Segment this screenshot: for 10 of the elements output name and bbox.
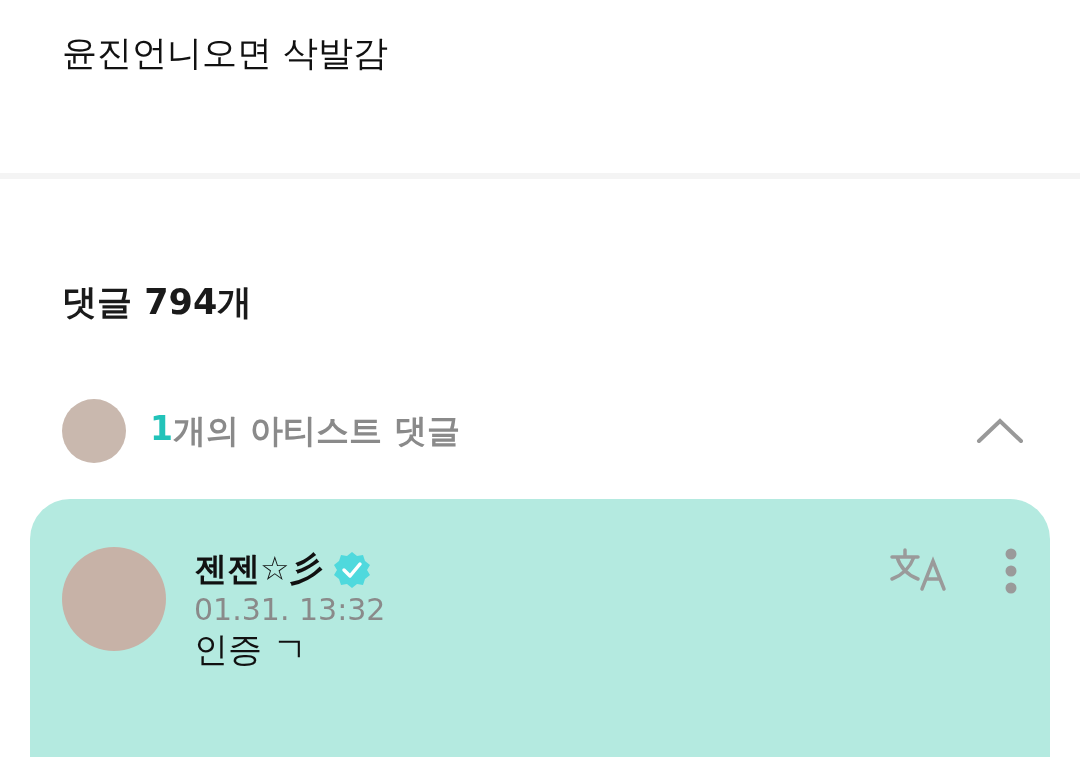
comment-text: 인증 ㄱ: [194, 629, 307, 669]
translate-icon[interactable]: [888, 547, 948, 593]
author-name: 젠젠☆彡: [194, 548, 323, 590]
artist-comment-count: 1: [150, 408, 173, 450]
artist-comments-label[interactable]: 개의 아티스트 댓글: [172, 408, 460, 454]
comment-time: 01.31. 13:32: [194, 592, 386, 627]
chevron-icon[interactable]: [976, 417, 1024, 445]
post-text: 윤진언니오면 삭발감: [62, 32, 389, 75]
more-options-icon[interactable]: [1004, 547, 1018, 595]
comment-count-heading: 댓글 794개: [61, 281, 254, 324]
